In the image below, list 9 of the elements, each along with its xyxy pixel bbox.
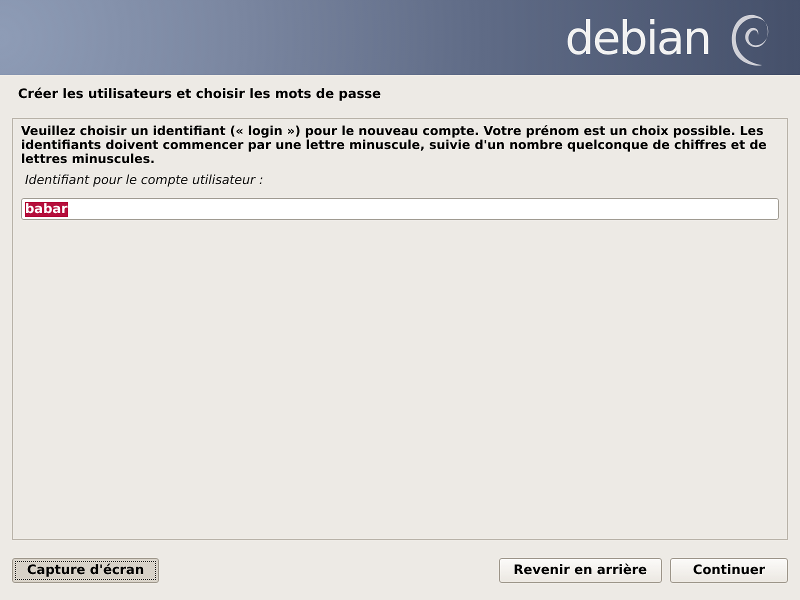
field-value: babar <box>25 202 68 216</box>
logo-text: debian <box>565 14 710 60</box>
field-label: Identifiant pour le compte utilisateur : <box>25 172 264 187</box>
input-field[interactable]: babar <box>21 198 779 220</box>
page-title: Créer les utilisateurs et choisir les mots de passe <box>17 86 382 104</box>
button[interactable]: Revenir en arrière <box>498 558 662 582</box>
button[interactable]: Continuer <box>670 558 788 582</box>
description-text: Veuillez choisir un identifiant (« login ») pour le nouveau compte. Votre prénom est un choix possible. Les identifiants doivent commencer par une lettre minuscule, suivie d'un nombre quelconque de chiffres et de lettres minuscules. <box>21 124 768 166</box>
button[interactable]: Capture d'écran <box>12 558 160 582</box>
